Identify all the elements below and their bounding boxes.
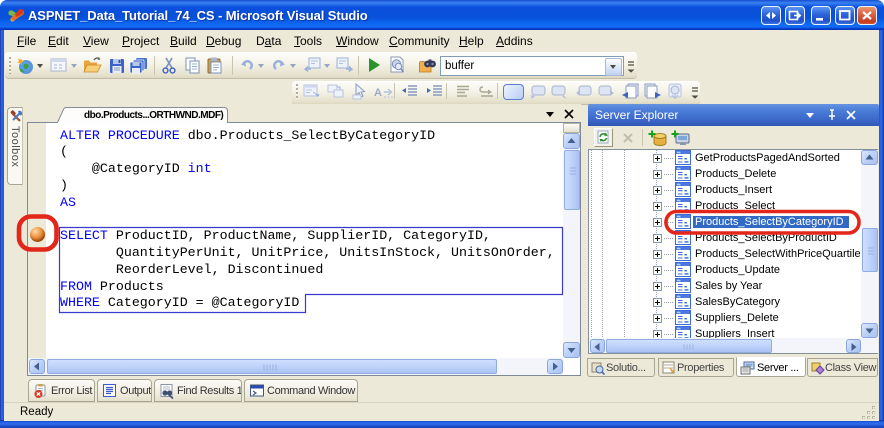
svg-text:A: A xyxy=(374,87,382,99)
